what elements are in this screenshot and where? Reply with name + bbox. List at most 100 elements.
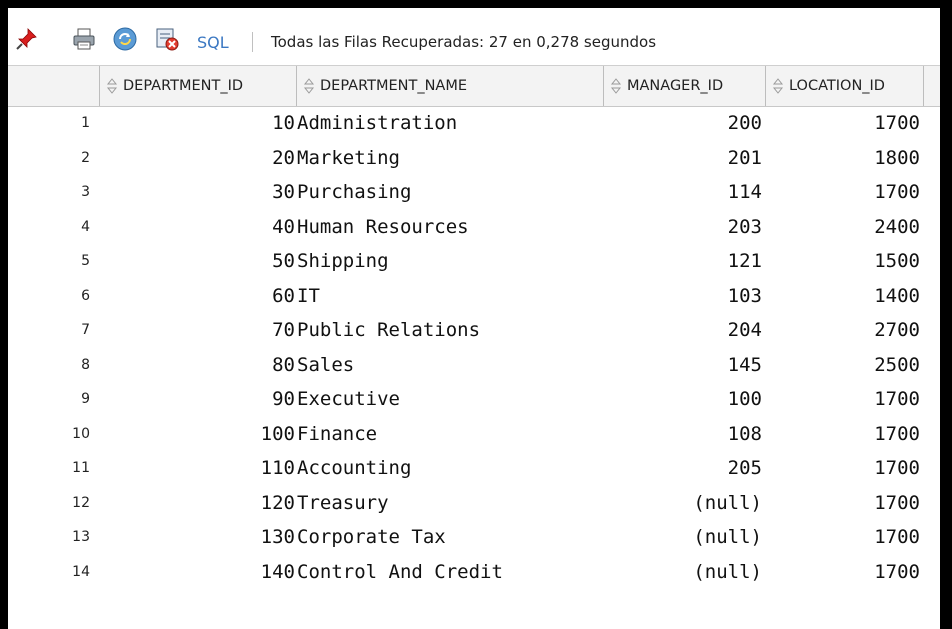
row-number[interactable]: 5 [8, 244, 100, 279]
cell-location-id[interactable]: 1700 [766, 451, 924, 486]
cell-manager-id[interactable]: 205 [604, 451, 766, 486]
row-number[interactable]: 2 [8, 141, 100, 176]
cell-department-name[interactable]: Treasury [297, 486, 604, 521]
cell-location-id[interactable]: 1700 [766, 555, 924, 590]
cell-manager-id[interactable]: (null) [604, 555, 766, 590]
cell-department-id[interactable]: 80 [100, 348, 297, 383]
results-grid[interactable]: DEPARTMENT_ID DEPARTMENT_NAME MANAGER_ID… [8, 65, 940, 629]
row-number[interactable]: 3 [8, 175, 100, 210]
row-number[interactable]: 14 [8, 555, 100, 590]
cell-department-id[interactable]: 70 [100, 313, 297, 348]
row-number[interactable]: 10 [8, 417, 100, 452]
cell-department-id[interactable]: 100 [100, 417, 297, 452]
cell-manager-id[interactable]: 204 [604, 313, 766, 348]
cell-department-id[interactable]: 110 [100, 451, 297, 486]
cell-department-name[interactable]: Executive [297, 382, 604, 417]
cell-department-name[interactable]: Administration [297, 106, 604, 141]
cell-department-name[interactable]: Control And Credit [297, 555, 604, 590]
cell-department-name[interactable]: Purchasing [297, 175, 604, 210]
sort-icon[interactable] [303, 77, 315, 95]
table-row[interactable]: 13 130 Corporate Tax (null) 1700 [8, 520, 940, 555]
cell-location-id[interactable]: 1700 [766, 486, 924, 521]
cell-manager-id[interactable]: 103 [604, 279, 766, 314]
sort-icon[interactable] [106, 77, 118, 95]
toolbar-separator [252, 32, 253, 52]
row-number[interactable]: 13 [8, 520, 100, 555]
cell-location-id[interactable]: 1700 [766, 417, 924, 452]
cell-department-name[interactable]: Accounting [297, 451, 604, 486]
table-row[interactable]: 4 40 Human Resources 203 2400 [8, 210, 940, 245]
cell-manager-id[interactable]: 114 [604, 175, 766, 210]
cell-location-id[interactable]: 1700 [766, 520, 924, 555]
cell-manager-id[interactable]: 121 [604, 244, 766, 279]
sort-icon[interactable] [772, 77, 784, 95]
cell-manager-id[interactable]: (null) [604, 520, 766, 555]
table-row[interactable]: 14 140 Control And Credit (null) 1700 [8, 555, 940, 590]
cell-department-name[interactable]: Shipping [297, 244, 604, 279]
cell-location-id[interactable]: 1700 [766, 382, 924, 417]
cell-location-id[interactable]: 2500 [766, 348, 924, 383]
cell-department-id[interactable]: 30 [100, 175, 297, 210]
cell-department-id[interactable]: 20 [100, 141, 297, 176]
cell-manager-id[interactable]: (null) [604, 486, 766, 521]
print-icon[interactable] [71, 26, 97, 52]
cell-department-id[interactable]: 130 [100, 520, 297, 555]
export-icon[interactable] [154, 26, 180, 52]
cell-manager-id[interactable]: 108 [604, 417, 766, 452]
table-row[interactable]: 11 110 Accounting 205 1700 [8, 451, 940, 486]
table-row[interactable]: 6 60 IT 103 1400 [8, 279, 940, 314]
table-row[interactable]: 8 80 Sales 145 2500 [8, 348, 940, 383]
cell-department-id[interactable]: 10 [100, 106, 297, 141]
sql-button[interactable]: SQL [197, 33, 229, 52]
cell-department-name[interactable]: Finance [297, 417, 604, 452]
cell-manager-id[interactable]: 203 [604, 210, 766, 245]
cell-department-name[interactable]: IT [297, 279, 604, 314]
cell-department-name[interactable]: Human Resources [297, 210, 604, 245]
table-row[interactable]: 12 120 Treasury (null) 1700 [8, 486, 940, 521]
cell-manager-id[interactable]: 201 [604, 141, 766, 176]
table-row[interactable]: 1 10 Administration 200 1700 [8, 106, 940, 141]
column-header-manager-id[interactable]: MANAGER_ID [604, 66, 766, 106]
row-number[interactable]: 7 [8, 313, 100, 348]
table-row[interactable]: 10 100 Finance 108 1700 [8, 417, 940, 452]
cell-department-id[interactable]: 140 [100, 555, 297, 590]
cell-location-id[interactable]: 2400 [766, 210, 924, 245]
column-header-department-id[interactable]: DEPARTMENT_ID [100, 66, 297, 106]
cell-location-id[interactable]: 1700 [766, 106, 924, 141]
row-number[interactable]: 12 [8, 486, 100, 521]
cell-location-id[interactable]: 1700 [766, 175, 924, 210]
cell-manager-id[interactable]: 145 [604, 348, 766, 383]
cell-department-id[interactable]: 90 [100, 382, 297, 417]
table-row[interactable]: 2 20 Marketing 201 1800 [8, 141, 940, 176]
row-number[interactable]: 1 [8, 106, 100, 141]
table-row[interactable]: 9 90 Executive 100 1700 [8, 382, 940, 417]
row-number[interactable]: 11 [8, 451, 100, 486]
cell-manager-id[interactable]: 100 [604, 382, 766, 417]
sort-icon[interactable] [610, 77, 622, 95]
column-header-location-id[interactable]: LOCATION_ID [766, 66, 924, 106]
table-row[interactable]: 3 30 Purchasing 114 1700 [8, 175, 940, 210]
row-number[interactable]: 6 [8, 279, 100, 314]
row-number[interactable]: 8 [8, 348, 100, 383]
row-number[interactable]: 9 [8, 382, 100, 417]
cell-location-id[interactable]: 1400 [766, 279, 924, 314]
row-number[interactable]: 4 [8, 210, 100, 245]
column-header-row: DEPARTMENT_ID DEPARTMENT_NAME MANAGER_ID… [8, 66, 940, 107]
pin-icon[interactable] [14, 26, 40, 52]
cell-department-id[interactable]: 50 [100, 244, 297, 279]
table-row[interactable]: 5 50 Shipping 121 1500 [8, 244, 940, 279]
cell-department-id[interactable]: 120 [100, 486, 297, 521]
cell-department-id[interactable]: 60 [100, 279, 297, 314]
cell-department-name[interactable]: Public Relations [297, 313, 604, 348]
cell-location-id[interactable]: 2700 [766, 313, 924, 348]
cell-department-name[interactable]: Marketing [297, 141, 604, 176]
cell-location-id[interactable]: 1500 [766, 244, 924, 279]
column-header-department-name[interactable]: DEPARTMENT_NAME [297, 66, 604, 106]
cell-department-id[interactable]: 40 [100, 210, 297, 245]
cell-department-name[interactable]: Sales [297, 348, 604, 383]
cell-manager-id[interactable]: 200 [604, 106, 766, 141]
refresh-icon[interactable] [112, 26, 138, 52]
cell-department-name[interactable]: Corporate Tax [297, 520, 604, 555]
table-row[interactable]: 7 70 Public Relations 204 2700 [8, 313, 940, 348]
cell-location-id[interactable]: 1800 [766, 141, 924, 176]
